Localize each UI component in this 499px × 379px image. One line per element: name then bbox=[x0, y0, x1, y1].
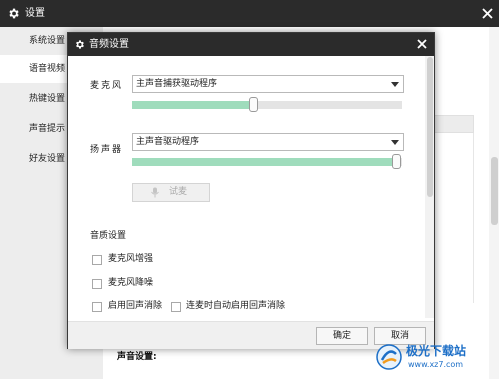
speaker-device-select[interactable]: 主声音驱动程序 bbox=[132, 133, 404, 151]
microphone-icon bbox=[150, 187, 160, 198]
sidebar-item-label: 系统设置 bbox=[29, 36, 66, 46]
microphone-device-select[interactable]: 主声音捕获驱动程序 bbox=[132, 75, 404, 93]
gear-icon bbox=[7, 7, 20, 20]
watermark: 极光下载站 www.xz7.com bbox=[375, 341, 497, 377]
sound-settings-heading: 声音设置: bbox=[117, 352, 157, 362]
sidebar-item-label: 热键设置 bbox=[29, 94, 66, 104]
speaker-label: 扬声器 bbox=[90, 145, 124, 155]
echo-cancel-checkbox[interactable] bbox=[92, 302, 102, 312]
microphone-device-value: 主声音捕获驱动程序 bbox=[136, 79, 218, 89]
cancel-button-label: 取消 bbox=[390, 331, 409, 341]
dialog-scrollbar-thumb[interactable] bbox=[427, 57, 433, 197]
mic-noise-reduction-checkbox[interactable] bbox=[92, 279, 102, 289]
microphone-label: 麦克风 bbox=[90, 81, 124, 91]
speaker-volume-handle[interactable] bbox=[392, 154, 401, 169]
microphone-volume-fill bbox=[132, 101, 254, 109]
window-title: 设置 bbox=[25, 8, 45, 19]
auto-echo-cancel-label: 连麦时自动启用回声消除 bbox=[186, 301, 286, 311]
microphone-volume-handle[interactable] bbox=[249, 97, 258, 112]
watermark-brand: 极光下载站 bbox=[406, 344, 467, 358]
auto-echo-cancel-checkbox[interactable] bbox=[171, 302, 181, 312]
test-microphone-button[interactable]: 试麦 bbox=[132, 183, 210, 202]
speaker-volume-slider[interactable] bbox=[132, 154, 402, 169]
sidebar-item-label: 声音提示 bbox=[29, 124, 66, 134]
test-microphone-label: 试麦 bbox=[169, 187, 188, 197]
dialog-titlebar: 音频设置 bbox=[68, 33, 434, 56]
sidebar-item-label: 好友设置 bbox=[29, 154, 66, 164]
mic-boost-label: 麦克风增强 bbox=[108, 254, 154, 264]
main-scrollbar-thumb[interactable] bbox=[491, 157, 498, 225]
microphone-volume-slider[interactable] bbox=[132, 97, 402, 112]
ok-button-label: 确定 bbox=[332, 331, 351, 341]
chevron-down-icon bbox=[391, 140, 399, 145]
close-icon[interactable] bbox=[416, 38, 428, 50]
echo-cancel-label: 启用回声消除 bbox=[108, 301, 163, 311]
ok-button[interactable]: 确定 bbox=[316, 327, 368, 345]
chevron-down-icon bbox=[391, 82, 399, 87]
dialog-title: 音频设置 bbox=[89, 39, 129, 50]
mic-noise-reduction-label: 麦克风降噪 bbox=[108, 278, 154, 288]
gear-icon bbox=[74, 39, 85, 50]
speaker-device-value: 主声音驱动程序 bbox=[136, 137, 200, 147]
quality-settings-heading: 音质设置 bbox=[90, 231, 127, 241]
close-icon[interactable] bbox=[481, 7, 494, 20]
mic-boost-checkbox[interactable] bbox=[92, 255, 102, 265]
watermark-url: www.xz7.com bbox=[408, 360, 464, 369]
sidebar-item-label: 语音视频 bbox=[29, 64, 66, 74]
brand-logo-icon bbox=[375, 343, 403, 371]
speaker-volume-fill bbox=[132, 158, 397, 166]
audio-settings-dialog: 音频设置 麦克风 主声音捕获驱动程序 扬声器 主声音驱动程序 试麦 音质设置 麦… bbox=[67, 32, 435, 349]
main-titlebar: 设置 bbox=[0, 0, 499, 27]
